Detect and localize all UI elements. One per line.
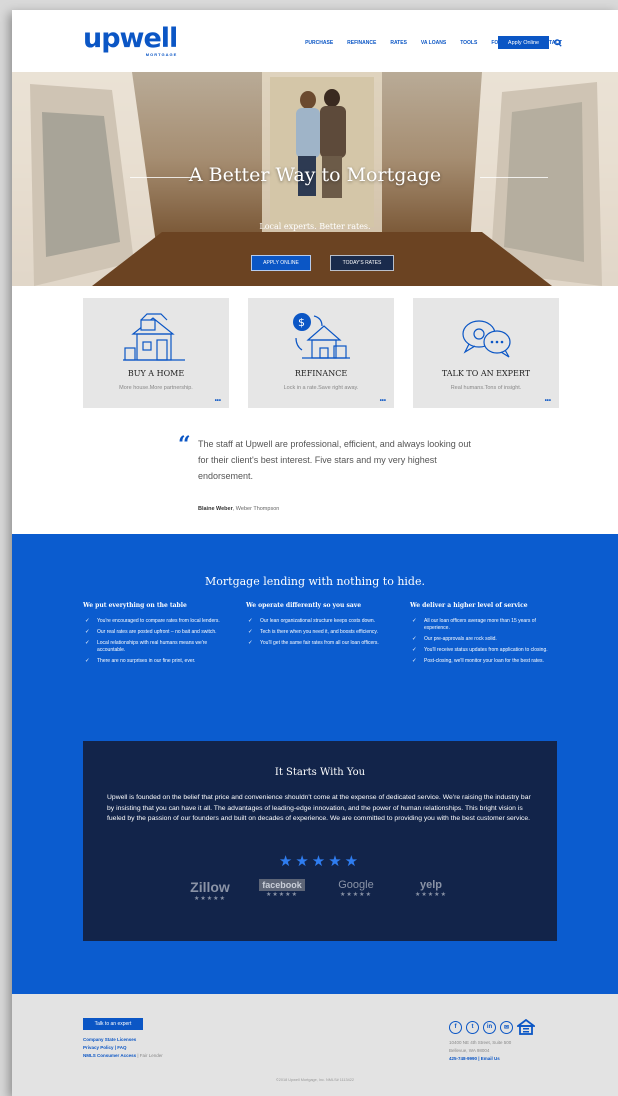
review-stars: ★★★★★ [415,892,447,898]
panel-title: It Starts With You [274,767,366,778]
svg-text:$: $ [298,316,305,329]
site-footer: Talk to an expert Company State Licenses… [12,994,618,1096]
review-facebook[interactable]: facebook ★★★★★ [259,879,305,898]
card-refinance[interactable]: $ REFINANCE Lock in a rate.Save right aw… [248,298,394,408]
equal-housing-icon [517,1019,535,1035]
review-zillow[interactable]: Zillow ★★★★★ [175,879,245,902]
review-source: facebook [259,879,305,891]
author-company: , Weber Thompson [232,506,280,512]
refinance-icon: $ [293,313,350,359]
hero-title: A Better Way to Mortgage [188,164,442,186]
footer-link-licenses[interactable]: Company State Licenses [83,1036,163,1044]
site-header: upwell MORTGAGE PURCHASE REFINANCE RATES… [12,10,618,72]
review-google[interactable]: Google ★★★★★ [333,879,379,898]
lending-section: Mortgage lending with nothing to hide. W… [12,534,618,994]
review-stars: ★★★★★ [340,892,372,898]
chat-icon [462,320,511,358]
list-item: You'll receive status updates from appli… [410,647,560,654]
footer-link-privacy[interactable]: Privacy Policy | FAQ [83,1044,163,1052]
author-name: Blaine Weber [198,506,233,512]
hero-apply-button[interactable]: APPLY ONLINE [251,255,311,271]
starts-with-you-panel: It Starts With You Upwell is founded on … [83,741,557,941]
list-item: You'll get the same fair rates from all … [246,640,396,647]
review-source: Google [338,879,374,891]
phone-link[interactable]: 425-748-9990 [449,1056,477,1061]
email-icon[interactable]: ✉ [500,1020,513,1034]
service-cards: BUY A HOME More house.More partnership. … [83,298,559,408]
footer-link-nmls[interactable]: NMLS Consumer Access [83,1053,136,1058]
browser-page: upwell MORTGAGE PURCHASE REFINANCE RATES… [12,10,618,1096]
nav-tools[interactable]: TOOLS [460,40,477,46]
review-yelp[interactable]: yelp ★★★★★ [409,879,453,898]
logo-wordmark: upwell [83,23,178,54]
lending-column: We deliver a higher level of service All… [410,602,560,669]
card-text: Real humans.Tons of insight. [450,385,522,391]
section-title: Mortgage lending with nothing to hide. [205,575,425,588]
hero-banner: A Better Way to Mortgage Local experts. … [12,72,618,286]
copyright: ©2018 Upwell Mortgage, Inc. NMLS# 111342… [275,1078,354,1082]
apply-online-button[interactable]: Apply Online [498,36,549,49]
house-icon [123,313,185,361]
list-item: Post-closing, we'll monitor your loan fo… [410,658,560,665]
list-item: All our loan officers average more than … [410,618,560,632]
address-line1: 10400 NE 4th Street, Suite 500 [449,1040,512,1045]
hero-subtitle: Local experts. Better rates. [259,222,371,231]
nav-va-loans[interactable]: VA LOANS [421,40,446,46]
list-item: Our lean organizational structure keeps … [246,618,396,625]
footer-links: Company State Licenses Privacy Policy | … [83,1036,163,1060]
company-address: 10400 NE 4th Street, Suite 500 Bellevue,… [449,1039,511,1063]
list-item: Tech is there when you need it, and boos… [246,629,396,636]
nav-refinance[interactable]: REFINANCE [347,40,376,46]
card-text: More house.More partnership. [119,385,193,391]
talk-expert-button[interactable]: Talk to an expert [83,1018,143,1030]
logo-subtitle: MORTGAGE [145,52,178,57]
fair-lender-text: | Fair Lender [136,1053,163,1058]
list-item: Our pre-approvals are rock solid. [410,636,560,643]
column-heading: We put everything on the table [83,602,187,609]
lending-column: We put everything on the table You're en… [83,602,233,669]
review-source: Zillow [190,879,230,895]
card-talk-expert[interactable]: TALK TO AN EXPERT Real humans.Tons of in… [413,298,559,408]
more-dots-icon[interactable]: ••• [545,398,551,404]
panel-text: Upwell is founded on the belief that pri… [107,794,531,822]
quote-icon: “ [178,432,191,458]
list-item: You're encouraged to compare rates from … [83,618,233,625]
hero-rates-button[interactable]: TODAY'S RATES [330,255,394,271]
facebook-icon[interactable]: f [449,1020,462,1034]
more-dots-icon[interactable]: ••• [215,398,221,404]
list-item: There are no surprises in our fine print… [83,658,233,665]
list-item: Local relationships with real humans mea… [83,640,233,654]
review-stars: ★★★★★ [194,896,226,902]
card-text: Lock in a rate.Save right away. [283,385,359,391]
lending-column: We operate differently so you save Our l… [246,602,396,651]
email-link[interactable]: | Email Us [477,1056,500,1061]
card-title: TALK TO AN EXPERT [441,369,531,378]
card-buy-home[interactable]: BUY A HOME More house.More partnership. … [83,298,229,408]
twitter-icon[interactable]: t [466,1020,479,1034]
linkedin-icon[interactable]: in [483,1020,496,1034]
testimonial-text: The staff at Upwell are professional, ef… [198,439,471,481]
nav-purchase[interactable]: PURCHASE [305,40,333,46]
nav-rates[interactable]: RATES [390,40,407,46]
address-line2: Bellevue, WA 98004 [449,1048,490,1053]
review-source: yelp [419,879,442,891]
testimonial-author: Blaine Weber, Weber Thompson [198,506,279,512]
list-item: Our real rates are posted upfront – no b… [83,629,233,636]
site-logo[interactable]: upwell MORTGAGE [83,23,178,57]
card-title: BUY A HOME [127,369,185,378]
social-links: f t in ✉ [449,1019,535,1035]
rating-stars: ★★★★★ [278,853,362,870]
review-stars: ★★★★★ [266,892,298,898]
card-title: REFINANCE [294,369,348,378]
more-dots-icon[interactable]: ••• [380,398,386,404]
search-icon[interactable] [554,39,562,47]
column-heading: We operate differently so you save [246,602,362,609]
column-heading: We deliver a higher level of service [410,602,528,609]
